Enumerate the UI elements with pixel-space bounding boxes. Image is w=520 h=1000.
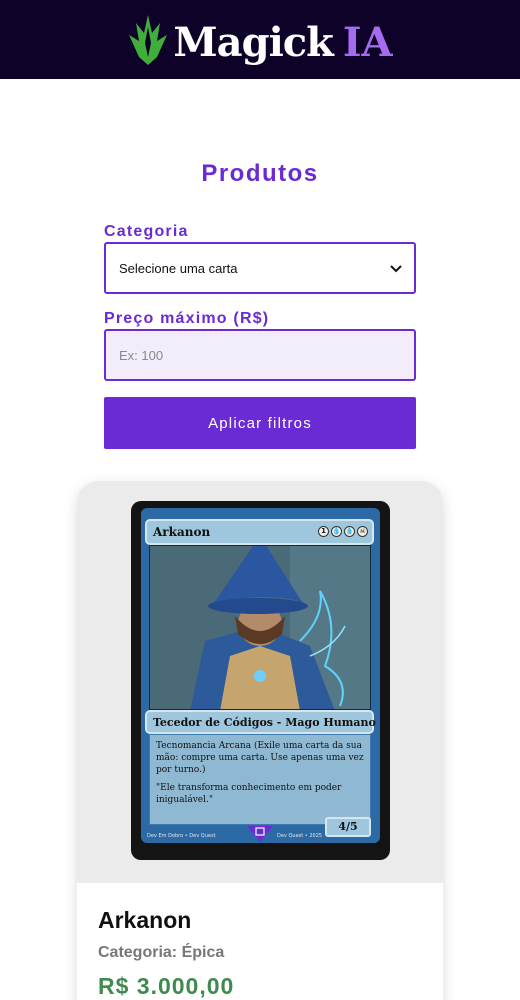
page-title: Produtos: [201, 160, 319, 187]
logo-word: Magick: [173, 18, 333, 66]
mana-cost: 1 💧 💧 ☠: [318, 526, 368, 537]
top-header: Magick IA: [0, 0, 520, 79]
category-selected-value: Selecione uma carta: [119, 260, 238, 276]
mana-skull-icon: ☠: [357, 526, 368, 537]
product-name: Arkanon: [98, 907, 192, 933]
price-label: Preço máximo (R$): [104, 310, 270, 327]
category-label: Categoria: [104, 223, 189, 240]
product-category: Categoria: Épica: [98, 944, 225, 961]
logo-accent: IA: [342, 18, 393, 66]
mana-water-icon: 💧: [331, 526, 342, 537]
card-name-bar: Arkanon 1 💧 💧 ☠: [145, 519, 374, 545]
brand-logo[interactable]: Magick IA: [127, 10, 393, 70]
green-crown-icon: [129, 14, 168, 65]
card-footer-year: Dev Quest • 2025: [277, 833, 323, 839]
max-price-placeholder: Ex: 100: [119, 347, 164, 363]
card-ability: Tecnomancia Arcana (Exile uma carta da s…: [156, 741, 364, 775]
card-footer-credit: Dev Em Dobro • Dev Quest: [147, 833, 216, 839]
product-image-area: Arkanon 1 💧 💧 ☠ Tecedor de Códigos - Mag…: [77, 481, 443, 883]
max-price-input[interactable]: Ex: 100: [104, 329, 416, 381]
power-toughness: 4/5: [325, 817, 371, 837]
product-price: R$ 3.000,00: [98, 973, 235, 999]
card-image: Arkanon 1 💧 💧 ☠ Tecedor de Códigos - Mag…: [131, 501, 390, 860]
mana-water-icon: 💧: [344, 526, 355, 537]
category-select[interactable]: Selecione uma carta: [104, 242, 416, 294]
card-flavor: "Ele transforma conhecimento em poder in…: [156, 783, 342, 805]
card-text-box: Tecnomancia Arcana (Exile uma carta da s…: [149, 734, 371, 825]
wizard-illustration: [149, 545, 371, 710]
set-symbol-icon: [247, 826, 273, 842]
product-card[interactable]: Arkanon 1 💧 💧 ☠ Tecedor de Códigos - Mag…: [77, 481, 443, 1000]
apply-filters-button[interactable]: Aplicar filtros: [104, 397, 416, 449]
card-type-line: Tecedor de Códigos - Mago Humano: [145, 710, 376, 734]
chevron-down-icon: [390, 265, 402, 273]
card-title: Arkanon: [153, 525, 211, 539]
mana-generic-icon: 1: [318, 526, 329, 537]
